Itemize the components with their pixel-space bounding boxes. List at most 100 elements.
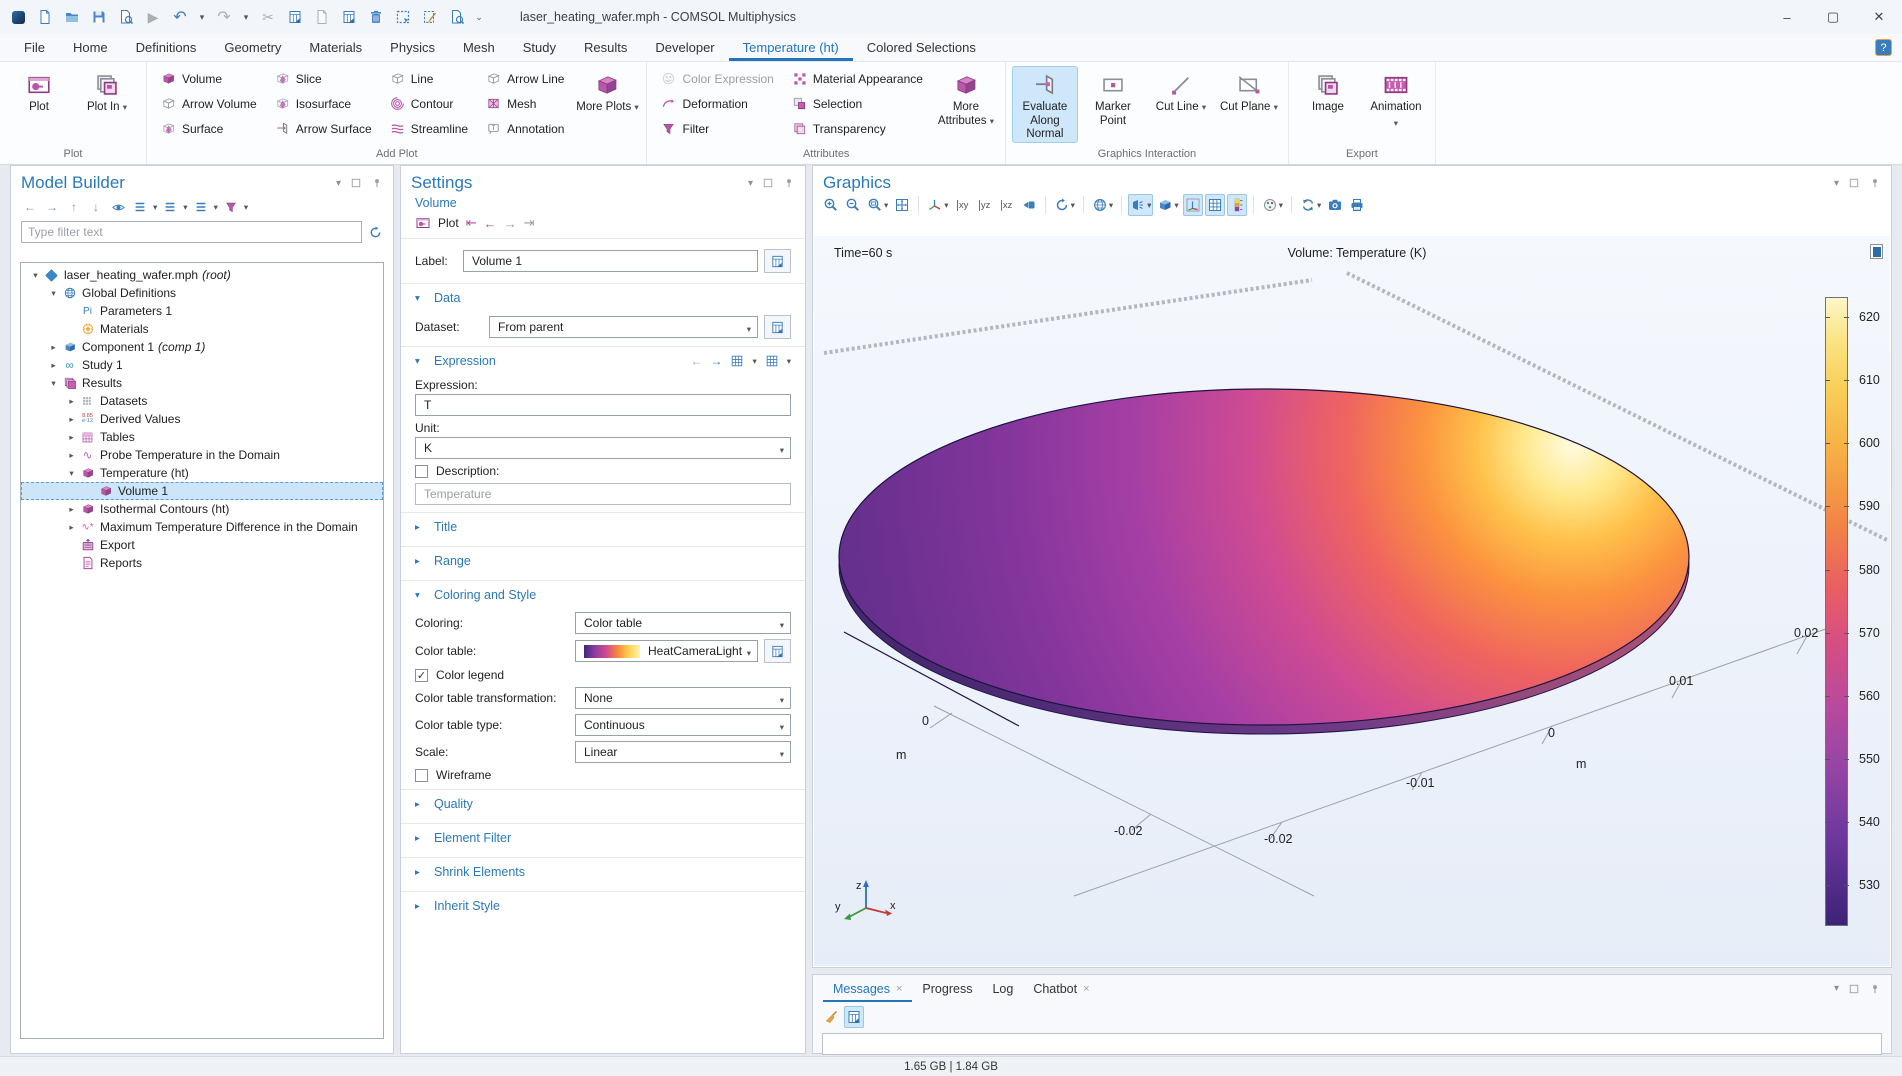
open-file-icon[interactable] <box>60 4 84 30</box>
help-icon[interactable]: ? <box>1875 39 1892 56</box>
panel-pin-icon[interactable] <box>1869 983 1881 995</box>
plot-area[interactable]: z x y Time=60 s Volume: Temperature (K) … <box>814 236 1890 966</box>
animation-button[interactable]: Animation▾ <box>1363 66 1429 140</box>
tree-item-study-1[interactable]: ▸∞Study 1 <box>21 356 383 374</box>
contour-button[interactable]: Contour <box>382 91 476 116</box>
update-plot-icon[interactable]: ▾ <box>1298 194 1323 216</box>
selection-button[interactable]: Selection <box>784 91 931 116</box>
tab-developer[interactable]: Developer <box>641 34 728 61</box>
tree-filter-input[interactable]: Type filter text <box>21 221 362 243</box>
filter-button[interactable]: Filter <box>653 116 781 141</box>
tree-item-temperature-ht[interactable]: ▾Temperature (ht) <box>21 464 383 482</box>
save-icon[interactable] <box>87 4 111 30</box>
tree-item-root[interactable]: ▾laser_heating_wafer.mph(root) <box>21 266 383 284</box>
plot-icon[interactable] <box>415 215 431 231</box>
streamline-button[interactable]: Streamline <box>382 116 476 141</box>
view-xy-icon[interactable]: xy <box>953 194 973 216</box>
tab-home[interactable]: Home <box>59 34 122 61</box>
tree-item-derived-values[interactable]: ▸8.85e-12Derived Values <box>21 410 383 428</box>
section-quality[interactable]: Quality <box>434 797 473 811</box>
panel-menu-icon[interactable]: ▾ <box>1834 983 1839 994</box>
tab-materials[interactable]: Materials <box>295 34 376 61</box>
more-attributes-button[interactable]: More Attributes ▾ <box>933 66 999 140</box>
panel-float-icon[interactable] <box>350 177 362 189</box>
transparency-button[interactable]: Transparency <box>784 116 931 141</box>
section-data[interactable]: Data <box>434 291 460 305</box>
expand-all-icon[interactable] <box>161 198 179 216</box>
collapse-all-icon[interactable] <box>131 198 149 216</box>
color-table-window-icon[interactable] <box>764 639 791 663</box>
tab-geometry[interactable]: Geometry <box>210 34 295 61</box>
show-icon[interactable] <box>109 198 127 216</box>
move-up-icon[interactable]: ↑ <box>65 198 83 216</box>
panel-menu-icon[interactable]: ▾ <box>748 178 753 189</box>
rotate-view-icon[interactable]: ▾ <box>1052 194 1077 216</box>
section-inherit-style[interactable]: Inherit Style <box>434 899 500 913</box>
zoom-box-icon[interactable]: ▾ <box>865 194 890 216</box>
view-yz-icon[interactable]: yz <box>975 194 995 216</box>
close-icon[interactable]: × <box>1083 983 1089 995</box>
coloring-dropdown[interactable]: Color table▾ <box>575 612 791 634</box>
isosurface-button[interactable]: Isosurface <box>267 91 380 116</box>
arrow-surface-button[interactable]: Arrow Surface <box>267 116 380 141</box>
panel-float-icon[interactable] <box>1848 983 1860 995</box>
mesh-button[interactable]: Mesh <box>478 91 572 116</box>
tree-item-parameters[interactable]: PiParameters 1 <box>21 302 383 320</box>
scene-settings-icon[interactable]: ▾ <box>1090 194 1115 216</box>
camera-view-icon[interactable] <box>1019 194 1039 216</box>
tree-item-reports[interactable]: Reports <box>21 554 383 572</box>
image-button[interactable]: Image <box>1295 66 1361 140</box>
zoom-extents-icon[interactable] <box>892 194 912 216</box>
volume-button[interactable]: Volume <box>153 66 265 91</box>
expression-next-icon[interactable]: → <box>710 354 722 368</box>
select-box-icon[interactable] <box>391 4 415 30</box>
draw-select-icon[interactable] <box>418 4 442 30</box>
line-button[interactable]: Line <box>382 66 476 91</box>
undo-icon[interactable]: ↶ <box>168 4 192 30</box>
plot-button[interactable]: Plot <box>6 66 72 140</box>
show-axis-orientation-toggle[interactable] <box>1183 194 1203 216</box>
refresh-icon[interactable] <box>368 225 383 240</box>
scene-light-toggle[interactable]: ▾ <box>1128 194 1153 216</box>
toolbar-options-icon[interactable]: ⌄ <box>472 4 486 30</box>
show-color-legend-toggle[interactable] <box>1227 194 1247 216</box>
panel-menu-icon[interactable]: ▾ <box>1834 178 1839 189</box>
default-view-icon[interactable]: ▾ <box>925 194 950 216</box>
arrow-line-button[interactable]: Arrow Line <box>478 66 572 91</box>
color-table-type-dropdown[interactable]: Continuous▾ <box>575 714 791 736</box>
tree-item-volume-1[interactable]: Volume 1 <box>21 482 383 500</box>
material-appearance-button[interactable]: Material Appearance <box>784 66 931 91</box>
panel-float-icon[interactable] <box>1848 177 1860 189</box>
model-builder-filter-icon[interactable] <box>222 198 240 216</box>
panel-pin-icon[interactable] <box>783 177 795 189</box>
close-button[interactable]: ✕ <box>1856 0 1902 34</box>
tree-item-datasets[interactable]: ▸Datasets <box>21 392 383 410</box>
more-plots-button[interactable]: More Plots ▾ <box>574 66 640 140</box>
color-legend-checkbox[interactable]: ✓ <box>415 669 428 682</box>
tab-colored-selections[interactable]: Colored Selections <box>853 34 990 61</box>
maximize-button[interactable]: ▢ <box>1810 0 1856 34</box>
settings-plot-button[interactable]: Plot <box>438 216 459 230</box>
wireframe-checkbox[interactable] <box>415 769 428 782</box>
go-to-source-icon[interactable] <box>764 315 791 339</box>
transparency-toggle[interactable]: ▾ <box>1155 194 1180 216</box>
view-xz-icon[interactable]: xz <box>997 194 1017 216</box>
marker-point-button[interactable]: Marker Point <box>1080 66 1146 140</box>
section-element-filter[interactable]: Element Filter <box>434 831 511 845</box>
dataset-dropdown[interactable]: From parent▾ <box>489 316 758 338</box>
section-coloring-and-style[interactable]: Coloring and Style <box>434 588 536 602</box>
tab-log[interactable]: Log <box>982 975 1023 1002</box>
evaluate-along-normal-button[interactable]: Evaluate Along Normal <box>1012 66 1078 143</box>
show-grid-toggle[interactable] <box>1205 194 1225 216</box>
label-field[interactable]: Volume 1 <box>463 250 758 272</box>
copy-messages-icon[interactable] <box>844 1006 864 1028</box>
color-table-transformation-dropdown[interactable]: None▾ <box>575 687 791 709</box>
tab-file[interactable]: File <box>10 34 59 61</box>
zoom-out-icon[interactable] <box>843 194 863 216</box>
unit-dropdown[interactable]: K▾ <box>415 437 791 459</box>
go-back-icon[interactable]: ← <box>21 198 39 216</box>
arrow-volume-button[interactable]: Arrow Volume <box>153 91 265 116</box>
plot-previous-icon[interactable]: ← <box>484 216 497 231</box>
tree-item-probe-temperature[interactable]: ▸∿Probe Temperature in the Domain <box>21 446 383 464</box>
duplicate-icon[interactable] <box>337 4 361 30</box>
